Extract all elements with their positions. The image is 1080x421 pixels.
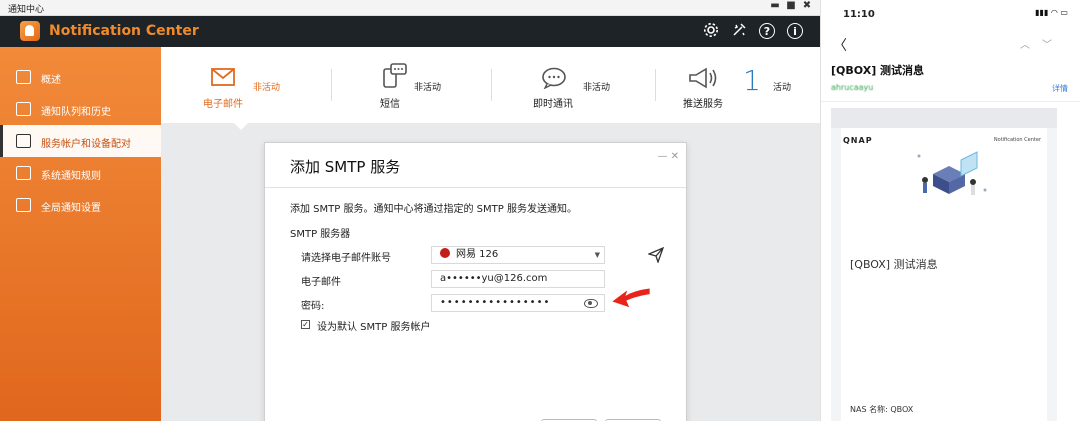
history-icon	[16, 102, 31, 116]
email-sender: ahrucaayu	[831, 83, 874, 92]
tools-icon[interactable]	[730, 22, 748, 40]
dialog-description: 添加 SMTP 服务。通知中心将通过指定的 SMTP 服务发送通知。	[290, 204, 577, 215]
window-title: 通知中心	[8, 5, 45, 15]
rules-icon	[16, 166, 31, 180]
app-logo-icon	[20, 21, 40, 41]
window-titlebar: 通知中心 ▬ ■ ✖	[0, 0, 820, 16]
tab-im[interactable]: 非活动 即时通讯	[531, 47, 631, 123]
close-button[interactable]: ✖	[800, 0, 814, 11]
maximize-button[interactable]: ■	[784, 0, 798, 11]
email-message: [QBOX] 测试消息	[850, 258, 938, 271]
sidebar-item-label: 概述	[41, 75, 61, 86]
email-subject: [QBOX] 测试消息	[831, 64, 925, 77]
account-select[interactable]: 网易 126 ▼	[431, 246, 605, 264]
qnap-logo: QNAP	[843, 136, 873, 145]
tab-divider	[491, 69, 492, 101]
tab-sms[interactable]: 非活动 短信	[376, 47, 466, 123]
phone-email-preview: 11:10 ▮▮▮ ◠ ▭ 〈 ︿﹀ [QBOX] 测试消息 ahrucaayu…	[820, 0, 1080, 421]
password-field[interactable]: ••••••••••••••••	[431, 294, 605, 312]
netease-icon	[440, 248, 450, 258]
email-content: [QBOX] 测试消息 NAS 名称: QBOX	[841, 204, 1047, 421]
settings-icon	[16, 198, 31, 212]
chevron-down-icon: ▼	[594, 251, 600, 259]
red-arrow-annotation	[612, 288, 650, 308]
email-icon	[211, 67, 235, 91]
sidebar-item-overview[interactable]: 概述	[0, 61, 161, 93]
overview-icon	[16, 70, 31, 84]
sms-icon	[382, 63, 408, 94]
phone-divider	[821, 101, 1080, 102]
sidebar-item-label: 全局通知设置	[41, 203, 101, 214]
eye-icon[interactable]	[584, 299, 598, 308]
dialog-title: 添加 SMTP 服务	[290, 158, 401, 176]
email-label: 电子邮件	[301, 277, 341, 288]
tab-email-status: 非活动	[253, 83, 281, 93]
password-field-value: ••••••••••••••••	[440, 297, 551, 308]
nas-name: NAS 名称: QBOX	[850, 405, 914, 414]
phone-time: 11:10	[843, 9, 875, 20]
tab-push-count: 1	[743, 64, 761, 97]
tab-email[interactable]: 非活动 电子邮件	[201, 47, 291, 123]
prev-next-icons[interactable]: ︿﹀	[1020, 36, 1064, 51]
tab-sms-status: 非活动	[414, 83, 442, 93]
email-field-value: a••••••yu@126.com	[440, 273, 548, 284]
phone-status-icons: ▮▮▮ ◠ ▭	[1035, 8, 1068, 17]
app-title: Notification Center	[49, 23, 199, 39]
sidebar-item-service-accounts[interactable]: 服务帐户和设备配对	[0, 125, 161, 157]
tab-im-label: 即时通讯	[533, 99, 573, 110]
default-smtp-label: 设为默认 SMTP 服务帐户	[317, 322, 431, 333]
info-icon[interactable]: i	[787, 23, 803, 39]
gear-icon[interactable]	[702, 22, 720, 40]
tab-email-label: 电子邮件	[203, 99, 243, 110]
account-label: 请选择电子邮件账号	[301, 253, 391, 264]
tab-push[interactable]: 1 活动 推送服务	[681, 47, 811, 123]
sidebar: 概述 通知队列和历史 服务帐户和设备配对 系统通知规则 全局通知设置	[0, 47, 161, 421]
chat-icon	[541, 67, 567, 94]
tab-push-label: 推送服务	[683, 99, 723, 110]
help-icon[interactable]: ?	[759, 23, 775, 39]
server-illustration-icon	[917, 151, 987, 195]
dialog-window-buttons[interactable]: — ✕	[657, 151, 679, 162]
sidebar-item-history[interactable]: 通知队列和历史	[0, 93, 161, 125]
push-icon	[687, 67, 719, 94]
account-select-value: 网易 126	[456, 249, 499, 260]
tab-divider	[655, 69, 656, 101]
tab-im-status: 非活动	[583, 83, 611, 93]
password-label: 密码:	[301, 301, 325, 312]
tab-push-status: 活动	[773, 83, 792, 93]
back-icon[interactable]: 〈	[833, 35, 847, 55]
sidebar-item-label: 通知队列和历史	[41, 107, 111, 118]
default-smtp-checkbox[interactable]: ✓	[301, 320, 310, 329]
sidebar-item-global-settings[interactable]: 全局通知设置	[0, 189, 161, 221]
dialog-divider	[265, 187, 686, 188]
email-details-link[interactable]: 详情	[1052, 83, 1068, 94]
send-test-icon[interactable]	[647, 246, 665, 267]
sidebar-item-label: 系统通知规则	[41, 171, 101, 182]
sidebar-item-label: 服务帐户和设备配对	[41, 139, 131, 150]
email-body: QNAP Notification Center [QBOX] 测试消息 NAS…	[831, 108, 1057, 421]
email-banner: QNAP Notification Center	[841, 128, 1047, 204]
minimize-button[interactable]: ▬	[768, 0, 782, 11]
email-header-band	[831, 108, 1057, 128]
smtp-section-label: SMTP 服务器	[290, 229, 351, 240]
tab-sms-label: 短信	[380, 99, 400, 110]
channel-tabs: 非活动 电子邮件 非活动 短信 非活动 即时通讯 1 活动 推送服务	[161, 47, 820, 123]
tab-divider	[331, 69, 332, 101]
notification-center-label: Notification Center	[993, 137, 1041, 143]
main-content: 非活动 电子邮件 非活动 短信 非活动 即时通讯 1 活动 推送服务 添加 SM…	[161, 47, 820, 421]
sidebar-item-rules[interactable]: 系统通知规则	[0, 157, 161, 189]
device-icon	[16, 134, 31, 148]
active-tab-pointer	[234, 123, 248, 130]
app-header: Notification Center ? i	[0, 16, 820, 47]
email-field[interactable]: a••••••yu@126.com	[431, 270, 605, 288]
